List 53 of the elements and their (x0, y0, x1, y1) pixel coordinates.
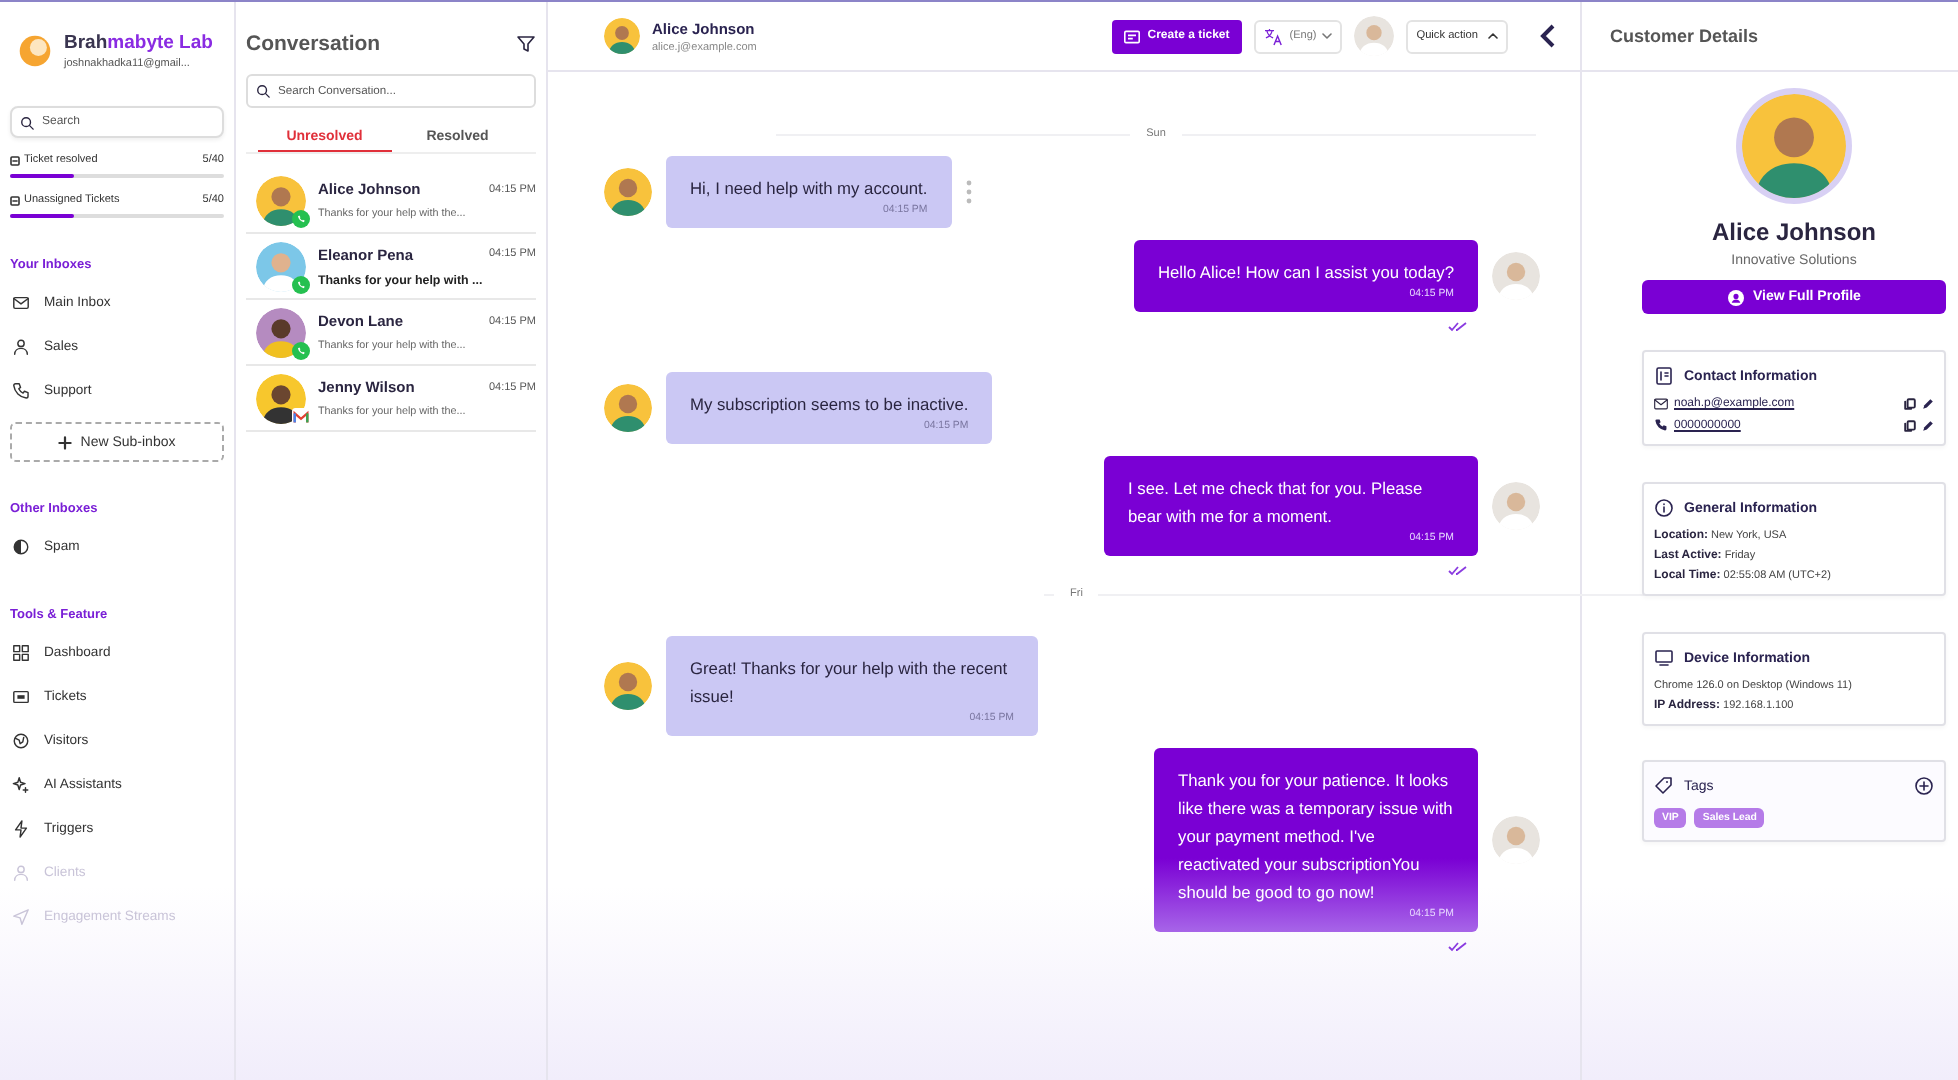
avatar (604, 18, 640, 54)
logo-icon (18, 34, 52, 68)
message-text: Great! Thanks for your help with the recent issue! (690, 658, 1008, 706)
mail-icon (12, 293, 30, 311)
avatar (604, 168, 652, 216)
grid-icon (12, 643, 30, 661)
sparkle-icon (12, 775, 30, 793)
message-text: I see. Let me check that for you. Please bear with me for a moment. (1128, 478, 1423, 526)
ticket-icon (10, 155, 20, 165)
message-text: My subscription seems to be inactive. (690, 394, 969, 414)
person-icon (12, 337, 30, 355)
mail-icon (1654, 398, 1668, 410)
filter-icon[interactable] (516, 34, 536, 54)
globe-icon (12, 731, 30, 749)
send-icon (12, 907, 30, 925)
message-text: Hi, I need help with my account. (690, 178, 928, 198)
avatar (1492, 252, 1540, 300)
avatar (256, 307, 306, 357)
tag-icon (1654, 776, 1674, 796)
ticket-icon (10, 195, 20, 205)
profile-icon (1727, 289, 1744, 305)
info-icon (1654, 498, 1674, 518)
avatar (604, 384, 652, 432)
avatar (604, 662, 652, 710)
brand-name: Brahmabyte Lab (64, 32, 213, 54)
avatar (256, 373, 306, 423)
panel-title: Conversation (246, 32, 381, 56)
caret-icon (1488, 32, 1498, 40)
monitor-icon (1654, 648, 1674, 668)
avatar (256, 175, 306, 225)
avatar (1492, 482, 1540, 530)
panel-title: Customer Details (1610, 26, 1759, 46)
avatar (1354, 16, 1395, 56)
translate-icon (1263, 27, 1284, 45)
caret-icon (1322, 32, 1333, 40)
back-icon[interactable] (1540, 24, 1556, 48)
person-icon (12, 863, 30, 881)
contact-book-icon (1654, 366, 1674, 386)
copy-icon[interactable] (1904, 398, 1916, 410)
bolt-icon (12, 819, 30, 837)
ticket-icon (12, 687, 30, 705)
avatar (256, 241, 306, 291)
message-text: Thank you for your patience. It looks like there was a temporary issue with your payment method. I've reactivated your subscriptionYou should be good to go now! (1178, 770, 1453, 902)
avatar (1742, 94, 1846, 198)
ticket-icon (1123, 29, 1140, 43)
message-text: Hello Alice! How can I assist you today? (1157, 262, 1454, 282)
customer-name: Alice Johnson (1711, 218, 1876, 246)
copy-icon[interactable] (1904, 419, 1916, 431)
add-icon[interactable] (1914, 776, 1934, 796)
phone-icon (12, 381, 30, 399)
phone-icon (1654, 418, 1668, 432)
plus-icon (58, 435, 73, 449)
avatar (1492, 816, 1540, 864)
